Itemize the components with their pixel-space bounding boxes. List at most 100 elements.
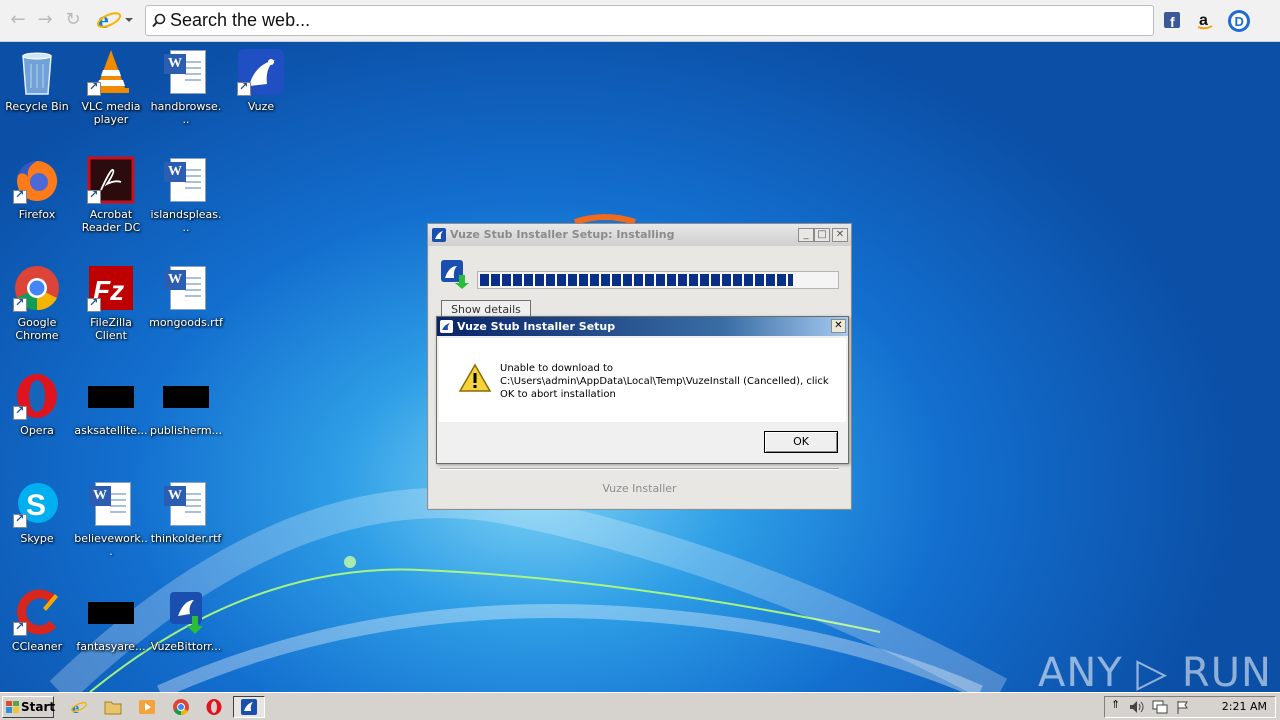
black-file-icon	[162, 372, 210, 420]
error-dialog: Vuze Stub Installer Setup ✕ Unable to do…	[436, 316, 849, 464]
ok-button[interactable]: OK	[764, 431, 838, 453]
desktop-icon-handbrowse[interactable]: W handbrowse...	[149, 48, 223, 126]
desktop-icon-acrobat[interactable]: Acrobat Reader DC	[74, 156, 148, 234]
duckduckgo-icon[interactable]: D	[1227, 9, 1250, 32]
desktop-icon-firefox[interactable]: Firefox	[0, 156, 74, 221]
desktop-icon-vuzebittorrent[interactable]: VuzeBittorr...	[149, 588, 223, 653]
firefox-icon	[13, 156, 61, 204]
shortcut-arrow-icon	[13, 512, 27, 528]
installer-titlebar[interactable]: Vuze Stub Installer Setup: Installing _ …	[428, 224, 851, 246]
desktop-icon-filezilla[interactable]: Fz FileZilla Client	[74, 264, 148, 342]
facebook-icon[interactable]: f	[1161, 9, 1183, 31]
minimize-button[interactable]: _	[798, 228, 814, 242]
opera-icon[interactable]	[205, 698, 223, 716]
network-icon[interactable]	[1152, 700, 1168, 714]
back-arrow-icon[interactable]: ←	[8, 9, 28, 31]
dialog-title: Vuze Stub Installer Setup	[457, 320, 616, 333]
desktop-icon-label: islandspleas...	[150, 208, 222, 234]
desktop-icon-islandspleas[interactable]: W islandspleas...	[149, 156, 223, 234]
desktop-icon-skype[interactable]: S Skype	[0, 480, 74, 545]
start-button[interactable]: Start	[2, 696, 56, 718]
dialog-message: Unable to download to C:\Users\admin\App…	[500, 362, 838, 401]
desktop-icon-label: VLC media player	[81, 100, 141, 126]
desktop-icon-recycle-bin[interactable]: Recycle Bin	[0, 48, 74, 113]
chrome-icon[interactable]	[172, 698, 190, 716]
dialog-close-button[interactable]: ✕	[831, 319, 846, 333]
desktop-icon-opera[interactable]: Opera	[0, 372, 74, 437]
maximize-button[interactable]: □	[814, 228, 830, 242]
word-doc-icon: W	[162, 156, 210, 204]
desktop-icon-vuze[interactable]: Vuze	[224, 48, 298, 113]
desktop-icon-label: Vuze	[247, 100, 275, 113]
shortcut-arrow-icon	[13, 188, 27, 204]
message-line: OK to abort installation	[500, 389, 616, 400]
desktop-icon-label: asksatellite...	[74, 424, 148, 437]
amazon-icon[interactable]: a	[1194, 9, 1216, 31]
desktop-icon-ccleaner[interactable]: CCleaner	[0, 588, 74, 653]
taskbar-vuze-installer[interactable]	[233, 696, 265, 718]
recycle-bin-icon	[13, 48, 61, 96]
desktop-icon-label: handbrowse...	[150, 100, 222, 126]
ccleaner-icon	[13, 588, 61, 636]
install-progress-fill	[480, 274, 794, 286]
taskbar-clock[interactable]: 2:21 AM	[1222, 700, 1267, 713]
desktop-icon-label: publisherm...	[149, 424, 223, 437]
desktop-icon-asksatellite[interactable]: asksatellite...	[74, 372, 148, 437]
svg-text:f: f	[1170, 14, 1175, 30]
desktop-icon-mongoods[interactable]: W mongoods.rtf	[149, 264, 223, 329]
word-doc-icon: W	[87, 480, 135, 528]
desktop-icon-thinkolder[interactable]: W thinkolder.rtf	[149, 480, 223, 545]
desktop-icon-believework[interactable]: W believework...	[74, 480, 148, 558]
shortcut-arrow-icon	[237, 80, 251, 96]
web-search-box[interactable]	[145, 5, 1154, 36]
refresh-icon[interactable]: ↻	[63, 9, 83, 31]
skype-icon: S	[13, 480, 61, 528]
desktop-icon-label: mongoods.rtf	[149, 316, 223, 329]
taskbar: Start e ⇑ 2:21 AM	[0, 692, 1280, 720]
separator	[440, 468, 839, 470]
vuze-icon	[237, 48, 285, 96]
svg-text:a: a	[1199, 12, 1208, 29]
desktop-icon-publisherm[interactable]: publisherm...	[149, 372, 223, 437]
svg-text:S: S	[26, 489, 46, 522]
desktop-icon-label: Firefox	[18, 208, 56, 221]
word-doc-icon: W	[162, 48, 210, 96]
internet-explorer-icon[interactable]: e	[96, 7, 136, 34]
desktop-icon-label: CCleaner	[11, 640, 63, 653]
vuze-installer-icon	[162, 588, 210, 636]
message-line: C:\Users\admin\AppData\Local\Temp\VuzeIn…	[500, 376, 829, 387]
black-file-icon	[87, 588, 135, 636]
search-input[interactable]	[170, 9, 1140, 32]
installer-brand-text: Vuze Installer	[602, 482, 677, 495]
close-button[interactable]: ✕	[832, 228, 848, 242]
word-doc-icon: W	[162, 480, 210, 528]
folder-icon[interactable]	[104, 698, 122, 716]
install-progress-bar	[477, 271, 839, 289]
start-label: Start	[21, 700, 56, 714]
dialog-titlebar[interactable]: Vuze Stub Installer Setup ✕	[437, 317, 848, 336]
tray-expand-icon[interactable]: ⇑	[1111, 698, 1120, 711]
desktop-icon-label: Google Chrome	[15, 316, 59, 342]
shortcut-arrow-icon	[13, 620, 27, 636]
desktop-icon-label: Opera	[20, 424, 54, 437]
dialog-body: Unable to download to C:\Users\admin\App…	[439, 338, 846, 422]
desktop-icon-label: FileZilla Client	[90, 316, 132, 342]
desktop-icon-vlc[interactable]: VLC media player	[74, 48, 148, 126]
vuze-installer-icon	[441, 260, 469, 289]
shortcut-arrow-icon	[87, 188, 101, 204]
acrobat-icon	[87, 156, 135, 204]
action-center-flag-icon[interactable]	[1175, 700, 1191, 714]
windows-flag-icon	[6, 701, 19, 713]
media-player-icon[interactable]	[138, 698, 156, 716]
search-icon	[152, 13, 166, 28]
word-doc-icon: W	[162, 264, 210, 312]
desktop-icon-fantasyare[interactable]: fantasyare...	[74, 588, 148, 653]
anyrun-watermark: ANY ▷ RUN	[1038, 650, 1272, 692]
message-line: Unable to download to	[500, 363, 614, 374]
internet-explorer-icon[interactable]: e	[70, 698, 88, 716]
desktop-icon-label: Acrobat Reader DC	[81, 208, 141, 234]
chrome-icon	[13, 264, 61, 312]
desktop-icon-google-chrome[interactable]: Google Chrome	[0, 264, 74, 342]
volume-icon[interactable]	[1129, 700, 1145, 714]
forward-arrow-icon[interactable]: →	[35, 9, 55, 31]
